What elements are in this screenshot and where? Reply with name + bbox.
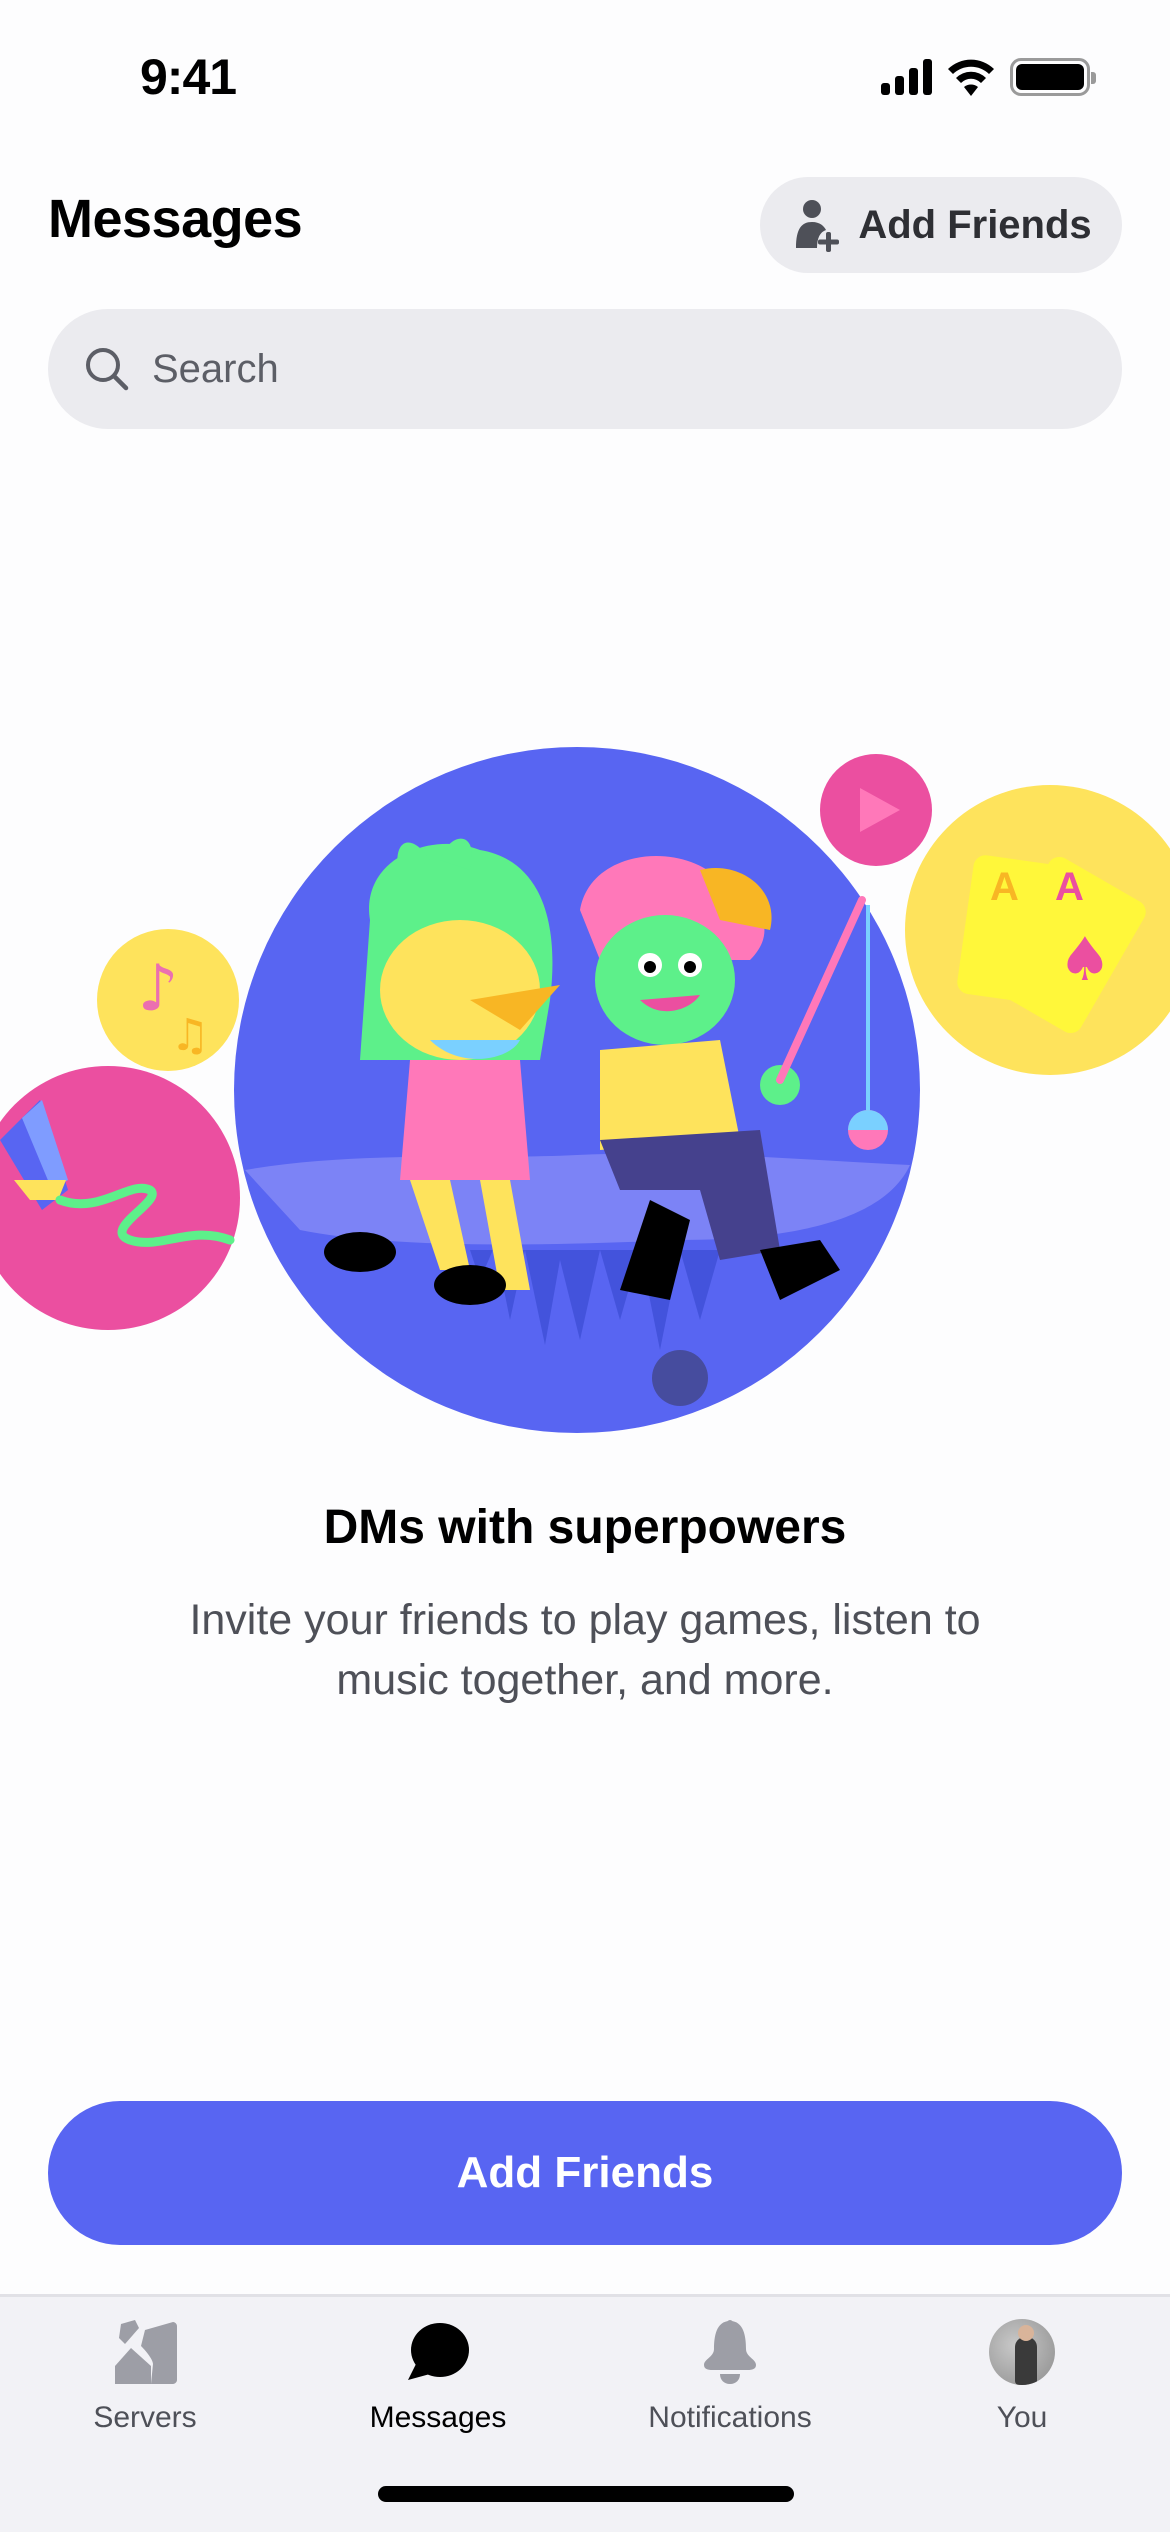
empty-state-description: Invite your friends to play games, liste… (189, 1596, 981, 1704)
tab-messages[interactable]: Messages (318, 2317, 558, 2457)
play-bubble (820, 754, 932, 866)
home-indicator (378, 2486, 794, 2502)
music-bubble: ♪ ♫ (97, 929, 239, 1071)
search-bar[interactable] (48, 309, 1122, 429)
tab-label: Messages (369, 2401, 507, 2434)
svg-text:♠: ♠ (1058, 925, 1112, 995)
dms-illustration: ♪ ♫ A A ♠ (0, 747, 1170, 1433)
tab-notifications[interactable]: Notifications (610, 2317, 850, 2457)
svg-text:A: A (990, 865, 1019, 909)
empty-state-title: DMs with superpowers (323, 1501, 847, 1554)
status-time: 9:41 (140, 49, 237, 105)
tab-servers[interactable]: Servers (25, 2317, 265, 2457)
messages-icon (408, 2323, 469, 2380)
servers-icon (115, 2320, 177, 2384)
tab-label: Notifications (648, 2401, 812, 2434)
page-title: Messages (48, 189, 303, 249)
svg-text:A: A (1055, 865, 1084, 909)
avatar (989, 2319, 1055, 2385)
bell-icon (704, 2320, 756, 2384)
search-input[interactable] (152, 346, 1052, 392)
svg-text:♫: ♫ (170, 1010, 209, 1061)
cards-bubble: A A ♠ (905, 785, 1170, 1075)
add-friends-header-button[interactable]: Add Friends (760, 177, 1122, 273)
tab-you[interactable]: You (902, 2317, 1142, 2457)
tab-label: You (996, 2401, 1048, 2434)
status-bar: 9:41 (0, 0, 1170, 150)
status-icons (881, 58, 1096, 96)
main-scene (234, 747, 920, 1433)
cellular-signal-icon (881, 59, 932, 95)
add-friends-button[interactable]: Add Friends (48, 2101, 1122, 2245)
battery-icon (1010, 58, 1096, 96)
wifi-icon (948, 59, 994, 96)
drawing-bubble (0, 1066, 240, 1330)
search-icon (86, 348, 129, 391)
add-friends-header-label: Add Friends (858, 202, 1092, 247)
add-friend-icon (796, 200, 840, 252)
tab-label: Servers (93, 2401, 197, 2434)
